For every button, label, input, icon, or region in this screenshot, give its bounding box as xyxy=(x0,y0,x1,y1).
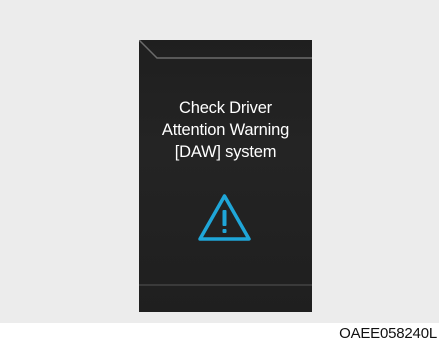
warning-message-line: Attention Warning xyxy=(161,121,290,139)
cluster-display: Check Driver Attention Warning [DAW] sys… xyxy=(139,40,312,312)
figure-code-label: OAEE058240L xyxy=(339,325,437,342)
warning-triangle-icon xyxy=(198,194,251,241)
warning-message-line: Check Driver xyxy=(179,99,272,117)
figure-panel: Check Driver Attention Warning [DAW] sys… xyxy=(0,0,439,323)
warning-message: Check Driver Attention Warning [DAW] sys… xyxy=(139,97,312,163)
screen-bottom-divider xyxy=(139,284,312,286)
warning-message-line: [DAW] system xyxy=(174,143,277,161)
screen-top-edge-line xyxy=(139,40,312,59)
